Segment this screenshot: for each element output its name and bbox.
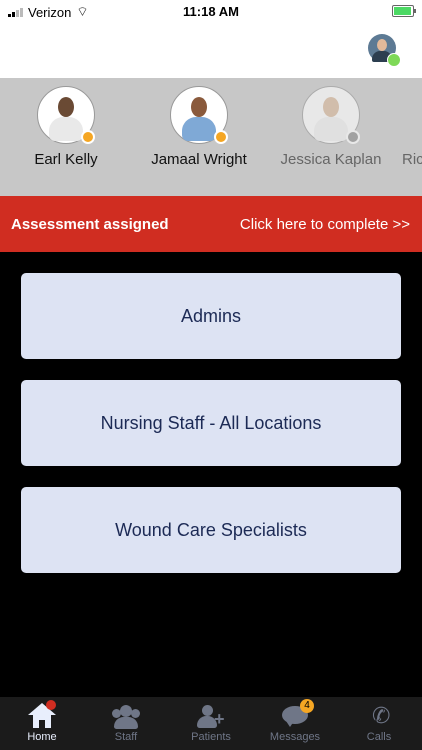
tab-staff[interactable]: Staff [91, 703, 161, 743]
staff-icon [111, 703, 141, 729]
tab-label: Patients [191, 731, 231, 743]
staff-name: Jamaal Wright [151, 151, 247, 168]
staff-item[interactable]: Jamaal Wright [139, 86, 259, 168]
home-icon [27, 700, 57, 729]
online-status-icon [387, 53, 401, 67]
tab-label: Calls [366, 731, 392, 743]
top-bar [0, 24, 422, 78]
staff-item[interactable]: Jessica Kaplan [271, 86, 391, 168]
tab-messages[interactable]: 4 Messages [260, 699, 330, 743]
status-dot-icon [346, 130, 360, 144]
status-time: 11:18 AM [183, 4, 239, 19]
staff-avatar [170, 86, 228, 144]
tab-bar: Home Staff + Patients 4 Messages ✆ Calls [0, 697, 422, 750]
complete-assessment-link[interactable]: Click here to complete >> [240, 216, 410, 233]
status-dot-icon [214, 130, 228, 144]
group-card-nursing-staff[interactable]: Nursing Staff - All Locations [21, 380, 401, 466]
notification-dot-icon [46, 700, 56, 710]
staff-avatar [37, 86, 95, 144]
message-count-badge: 4 [300, 699, 314, 713]
messages-icon: 4 [280, 699, 314, 729]
status-dot-icon [81, 130, 95, 144]
group-card-wound-care[interactable]: Wound Care Specialists [21, 487, 401, 573]
tab-calls[interactable]: ✆ Calls [344, 703, 414, 744]
status-bar: Verizon ⌔ 11:18 AM [0, 0, 422, 24]
tab-label: Home [27, 731, 57, 743]
staff-item[interactable]: Earl Kelly [6, 86, 126, 168]
tab-home[interactable]: Home [7, 700, 77, 743]
battery-icon [392, 5, 416, 17]
staff-name: Jessica Kaplan [280, 151, 382, 168]
staff-avatar [302, 86, 360, 144]
profile-avatar[interactable] [368, 34, 401, 67]
patients-icon: + [196, 703, 226, 729]
staff-carousel[interactable]: Earl Kelly Jamaal Wright Jessica Kaplan … [0, 78, 422, 196]
staff-name: Earl Kelly [34, 151, 98, 168]
group-card-admins[interactable]: Admins [21, 273, 401, 359]
staff-item[interactable]: Ric [398, 86, 422, 168]
staff-name: Ric [402, 151, 422, 168]
assessment-banner[interactable]: Assessment assigned Click here to comple… [0, 196, 422, 252]
tab-label: Staff [114, 731, 138, 743]
group-list: Admins Nursing Staff - All Locations Wou… [21, 273, 401, 594]
tab-label: Messages [269, 731, 321, 743]
phone-icon: ✆ [372, 703, 391, 728]
tab-patients[interactable]: + Patients [176, 703, 246, 743]
banner-title: Assessment assigned [11, 216, 169, 233]
